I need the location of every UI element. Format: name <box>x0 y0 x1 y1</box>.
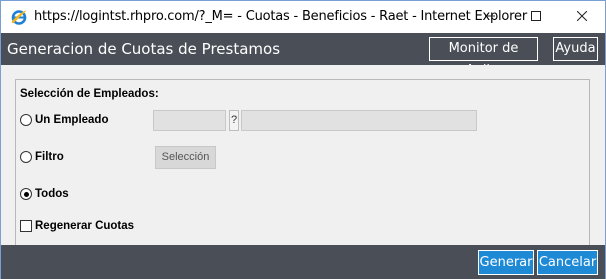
internet-explorer-icon <box>10 8 28 26</box>
generate-button[interactable]: Generar <box>478 250 534 275</box>
un-empleado-radio[interactable] <box>20 114 32 126</box>
page-footer: Generar Cancelar <box>1 245 605 279</box>
un-empleado-label: Un Empleado <box>35 114 109 126</box>
page-title: Generacion de Cuotas de Prestamos <box>7 40 281 58</box>
group-legend: Selección de Empleados: <box>20 88 159 100</box>
window-title: https://logintst.rhpro.com/?_M= - Cuotas… <box>34 9 527 24</box>
title-bar: https://logintst.rhpro.com/?_M= - Cuotas… <box>1 1 605 33</box>
employee-name-input[interactable] <box>241 110 477 131</box>
close-button[interactable] <box>559 1 605 33</box>
filtro-radio[interactable] <box>20 151 32 163</box>
regenerar-checkbox[interactable] <box>20 220 32 232</box>
cancel-button[interactable]: Cancelar <box>537 250 598 275</box>
todos-label: Todos <box>35 188 69 200</box>
option-todos[interactable]: Todos <box>20 188 69 200</box>
page-header: Generacion de Cuotas de Prestamos Monito… <box>1 33 605 78</box>
employee-selection-group: Selección de Empleados: Un Empleado ? Fi… <box>15 79 590 245</box>
regenerar-label: Regenerar Cuotas <box>35 220 135 232</box>
maximize-button[interactable] <box>513 1 559 33</box>
minimize-button[interactable] <box>467 1 513 33</box>
employee-lookup-button[interactable]: ? <box>229 110 239 131</box>
todos-radio[interactable] <box>20 188 32 200</box>
help-button[interactable]: Ayuda <box>553 37 598 61</box>
filtro-label: Filtro <box>35 151 64 163</box>
minimize-icon <box>485 8 495 26</box>
option-un-empleado[interactable]: Un Empleado <box>20 114 108 126</box>
option-regenerar[interactable]: Regenerar Cuotas <box>20 220 134 232</box>
close-icon <box>576 8 588 26</box>
browser-window: https://logintst.rhpro.com/?_M= - Cuotas… <box>0 0 606 279</box>
form-body: Selección de Empleados: Un Empleado ? Fi… <box>1 65 605 245</box>
selection-button[interactable]: Selección <box>155 146 216 169</box>
maximize-icon <box>531 8 541 26</box>
option-filtro[interactable]: Filtro <box>20 151 64 163</box>
employee-code-input[interactable] <box>153 110 226 131</box>
monitor-button[interactable]: Monitor de Aplic. <box>429 37 538 78</box>
